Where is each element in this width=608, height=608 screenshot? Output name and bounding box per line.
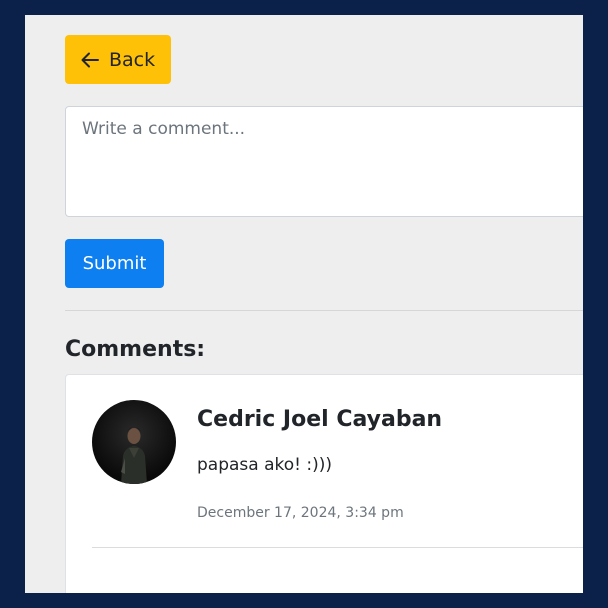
comment-divider — [92, 547, 583, 548]
comment-input[interactable] — [65, 106, 583, 217]
comment-text: papasa ako! :))) — [197, 455, 332, 475]
avatar — [92, 400, 176, 484]
section-divider — [65, 310, 583, 311]
back-button[interactable]: Back — [65, 35, 171, 84]
comments-list: Cedric Joel Cayaban papasa ako! :))) Dec… — [65, 374, 583, 593]
arrow-left-icon — [81, 52, 99, 68]
comment-timestamp: December 17, 2024, 3:34 pm — [197, 505, 404, 521]
back-button-label: Back — [109, 48, 156, 71]
comment-author: Cedric Joel Cayaban — [197, 407, 443, 432]
comments-heading: Comments: — [65, 337, 206, 362]
main-panel: Back Submit Comments: Cedric Joel Cayaba… — [25, 15, 583, 593]
submit-button[interactable]: Submit — [65, 239, 164, 288]
